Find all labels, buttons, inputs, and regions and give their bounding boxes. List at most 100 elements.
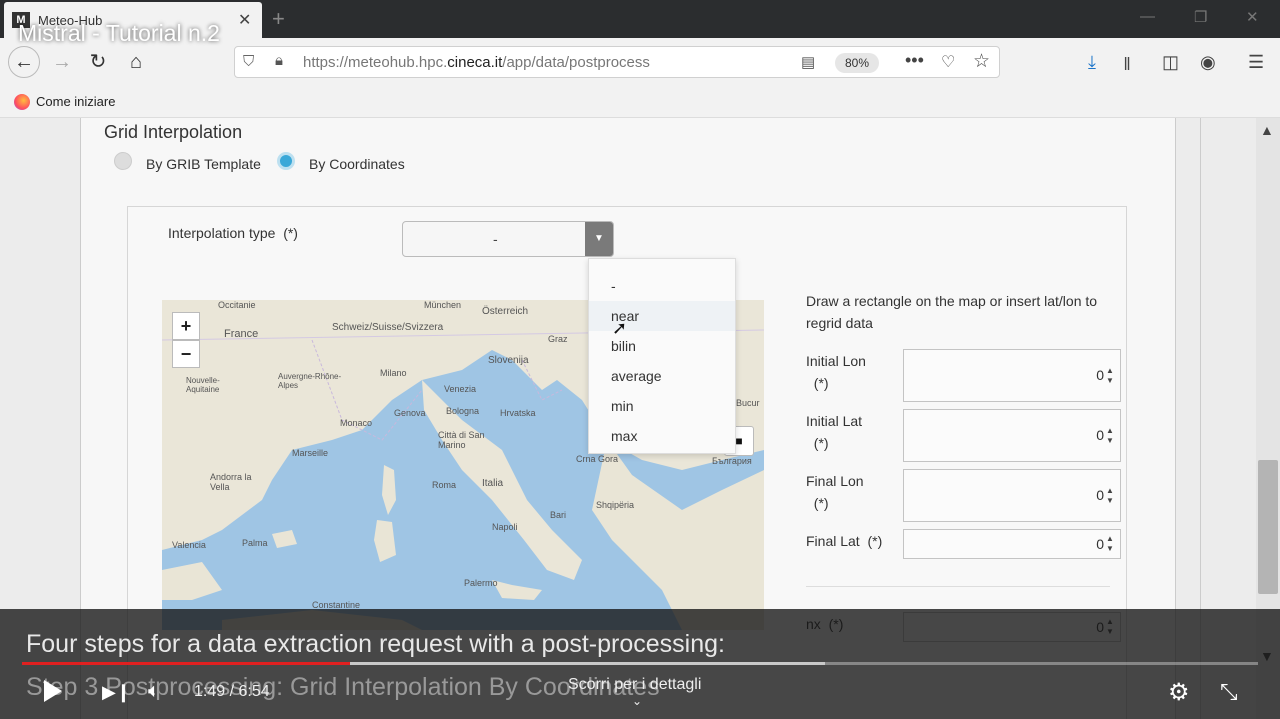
dropdown-option[interactable]: max xyxy=(589,421,735,451)
map-label: France xyxy=(224,328,259,340)
scroll-up-icon[interactable]: ▲ xyxy=(1260,122,1274,138)
map-label: Marseille xyxy=(292,448,329,458)
scroll-thumb[interactable] xyxy=(1258,460,1278,594)
final-lon-input[interactable]: 0 ▲ ▼ xyxy=(903,469,1121,522)
map-label: Slovenija xyxy=(488,355,529,366)
menu-icon[interactable]: ☰ xyxy=(1248,52,1264,73)
map-zoom-out-button[interactable]: − xyxy=(172,340,200,368)
map-label: Italia xyxy=(482,478,504,489)
map-label: Shqipëria xyxy=(596,500,635,510)
final-lon-label: Final Lon (*) xyxy=(806,473,864,511)
stepper-icon[interactable]: ▲▼ xyxy=(1104,426,1116,446)
map-label: Andorra la Vella xyxy=(210,472,252,492)
home-icon[interactable]: ⌂ xyxy=(122,48,150,76)
map-zoom-in-button[interactable]: + xyxy=(172,312,200,340)
minimize-icon[interactable]: — xyxy=(1140,8,1155,25)
map-label: Occitanie xyxy=(218,300,256,310)
video-title[interactable]: Mistral - Tutorial n.2 xyxy=(18,20,220,47)
initial-lon-value: 0 xyxy=(1096,367,1104,383)
bookmark-star-icon[interactable]: ☆ xyxy=(973,50,990,73)
initial-lon-label: Initial Lon (*) xyxy=(806,353,866,391)
map-label: Città di San Marino xyxy=(438,430,485,450)
dropdown-option[interactable]: near xyxy=(589,301,735,331)
shield-icon[interactable]: ⛉ xyxy=(243,53,254,70)
map-label: Genova xyxy=(394,408,426,418)
account-icon[interactable]: ◉ xyxy=(1200,52,1216,73)
map-label: München xyxy=(424,300,462,310)
radio-by-coordinates[interactable] xyxy=(277,152,295,170)
pocket-icon[interactable]: ♡ xyxy=(941,52,955,72)
map-label: Roma xyxy=(432,480,457,490)
dropdown-option[interactable]: min xyxy=(589,391,735,421)
close-window-icon[interactable]: ✕ xyxy=(1246,8,1259,26)
url-text[interactable]: https://meteohub.hpc.cineca.it/app/data/… xyxy=(303,54,650,71)
final-lat-value: 0 xyxy=(1096,536,1104,552)
play-icon[interactable] xyxy=(44,680,62,702)
map-label: Graz xyxy=(548,334,568,344)
dropdown-option[interactable]: average xyxy=(589,361,735,391)
map-label: Palermo xyxy=(464,578,498,588)
map-label: Crna Gora xyxy=(576,454,619,464)
exit-fullscreen-icon[interactable]: ⤡ xyxy=(1220,679,1238,705)
close-tab-icon[interactable]: ✕ xyxy=(238,10,251,30)
map-label: Monaco xyxy=(340,418,373,428)
more-actions-icon[interactable]: ••• xyxy=(905,50,924,71)
select-value: - xyxy=(493,231,498,247)
video-progress-bar[interactable] xyxy=(22,662,1258,665)
radio-label-grib-template: By GRIB Template xyxy=(146,156,261,172)
firefox-icon xyxy=(14,94,30,110)
final-lat-label: Final Lat (*) xyxy=(806,533,883,549)
lock-icon[interactable]: 🔒︎ xyxy=(275,52,283,69)
map-label: Napoli xyxy=(492,522,518,532)
chevron-down-icon[interactable]: ▼ xyxy=(585,222,613,256)
url-bar[interactable]: ⛉ 🔒︎ https://meteohub.hpc.cineca.it/app/… xyxy=(234,46,1000,78)
chevron-down-icon[interactable]: ⌄ xyxy=(632,694,642,708)
downloads-icon[interactable]: ⤓ xyxy=(1088,52,1096,73)
interpolation-type-select[interactable]: - ▼ xyxy=(402,221,614,257)
map-label: Palma xyxy=(242,538,268,548)
stepper-icon[interactable]: ▲▼ xyxy=(1104,486,1116,506)
final-lat-input[interactable]: 0 ▲ ▼ xyxy=(903,529,1121,559)
map-label: Schweiz/Suisse/Svizzera xyxy=(332,322,444,333)
reload-icon[interactable]: ↻ xyxy=(84,48,112,76)
dropdown-option[interactable]: bilin xyxy=(589,331,735,361)
sidebar-icon[interactable]: ◫ xyxy=(1162,52,1179,73)
map-label: Venezia xyxy=(444,384,477,394)
settings-gear-icon[interactable]: ⚙ xyxy=(1168,678,1190,707)
restore-icon[interactable]: ❐ xyxy=(1194,8,1207,26)
back-arrow-icon[interactable]: ← xyxy=(8,46,40,78)
bookmarks-bar: Come iniziare xyxy=(0,86,1280,118)
interpolation-type-label: Interpolation type (*) xyxy=(168,225,298,241)
next-video-icon[interactable]: ▶❙ xyxy=(102,682,131,703)
map-label: Milano xyxy=(380,368,407,378)
new-tab-icon[interactable]: + xyxy=(272,6,285,32)
stepper-icon[interactable]: ▲▼ xyxy=(1104,534,1116,554)
scroll-for-details-text[interactable]: Scorri per i dettagli xyxy=(568,676,701,694)
initial-lat-label: Initial Lat (*) xyxy=(806,413,863,451)
initial-lat-input[interactable]: 0 ▲ ▼ xyxy=(903,409,1121,462)
map-label: Auvergne-Rhône-Alpes xyxy=(278,372,342,390)
video-time: 1:49 / 6:54 xyxy=(194,683,270,700)
video-frame: M Meteo-Hub ✕ + — ❐ ✕ ← → ↻ ⌂ ⛉ 🔒︎ https… xyxy=(0,0,1280,719)
stepper-icon[interactable]: ▲▼ xyxy=(1104,366,1116,386)
map-label: Bari xyxy=(550,510,567,520)
dropdown-option[interactable]: - xyxy=(589,271,735,301)
reader-view-icon[interactable]: ▤ xyxy=(801,53,815,71)
library-icon[interactable]: 𝍪 xyxy=(1124,52,1130,82)
subtitle-line-1: Four steps for a data extraction request… xyxy=(26,630,725,658)
forward-arrow-icon[interactable]: → xyxy=(48,48,76,76)
zoom-badge[interactable]: 80% xyxy=(835,53,879,73)
initial-lat-value: 0 xyxy=(1096,427,1104,443)
mouse-cursor-icon: ➚ xyxy=(612,318,628,338)
form-divider xyxy=(806,586,1110,587)
map-label: България xyxy=(712,456,752,466)
map-label: Valencia xyxy=(172,540,206,550)
radio-by-grib-template[interactable] xyxy=(114,152,132,170)
map-label: Bologna xyxy=(446,406,480,416)
volume-icon[interactable]: 🔈︎ xyxy=(148,680,160,703)
radio-label-coordinates: By Coordinates xyxy=(309,156,405,172)
coordinates-help-text: Draw a rectangle on the map or insert la… xyxy=(806,293,1098,331)
initial-lon-input[interactable]: 0 ▲ ▼ xyxy=(903,349,1121,402)
map-label: Bucur xyxy=(736,398,760,408)
bookmark-come-iniziare[interactable]: Come iniziare xyxy=(36,94,115,109)
